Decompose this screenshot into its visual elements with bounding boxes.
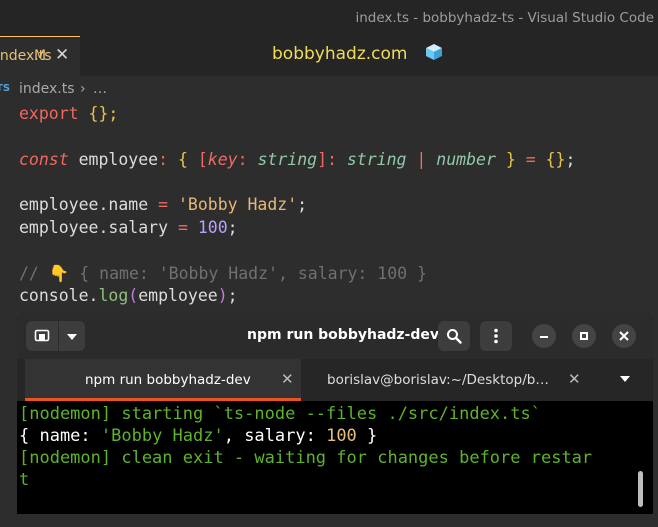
close-tab-icon[interactable]: ✕ xyxy=(55,45,69,65)
terminal-header: npm run bobbyhadz-dev xyxy=(17,313,653,359)
terminal-scrollbar[interactable] xyxy=(638,471,643,507)
maximize-icon xyxy=(580,332,588,340)
terminal-tab-borislav[interactable]: borislav@borislav:~/Desktop/b… xyxy=(327,372,561,388)
new-tab-dropdown[interactable] xyxy=(59,321,85,351)
code-line-5: employee.name = 'Bobby Hadz'; xyxy=(19,195,308,214)
code-line-8-comment: // 👇 { name: 'Bobby Hadz', salary: 100 } xyxy=(19,264,427,283)
maximize-button[interactable] xyxy=(572,324,596,348)
breadcrumb-file[interactable]: index.ts xyxy=(19,81,75,97)
close-tab-icon[interactable]: ✕ xyxy=(568,370,581,388)
new-tab-icon xyxy=(34,329,50,342)
breadcrumb: TS index.ts › … xyxy=(0,80,658,102)
close-button[interactable] xyxy=(612,324,636,348)
tab-list-dropdown-icon[interactable] xyxy=(620,376,630,382)
terminal-tab-npm-run[interactable]: npm run bobbyhadz-dev ✕ xyxy=(25,359,301,401)
terminal-output-line-1: [nodemon] starting `ts-node --files ./sr… xyxy=(19,404,541,424)
minimize-icon xyxy=(540,336,548,338)
terminal-tab-bar: npm run bobbyhadz-dev ✕ borislav@borisla… xyxy=(17,359,653,401)
code-line-9: console.log(employee); xyxy=(19,286,238,305)
brand-text: bobbyhadz.com xyxy=(272,44,408,64)
code-line-1: export {}; xyxy=(19,104,119,123)
terminal-output-line-3: [nodemon] clean exit - waiting for chang… xyxy=(19,448,593,468)
close-icon xyxy=(619,331,629,341)
code-line-6: employee.salary = 100; xyxy=(19,218,238,237)
code-line-3: const employee: { [key: string]: string … xyxy=(19,150,576,169)
title-bar: index.ts - bobbyhadz-ts - Visual Studio … xyxy=(0,0,658,36)
terminal-window: npm run bobbyhadz-dev npm run bobbyhadz- xyxy=(17,313,653,514)
terminal-title: npm run bobbyhadz-dev xyxy=(247,327,440,343)
terminal-output-line-4: t xyxy=(19,470,30,490)
terminal-tab-label: npm run bobbyhadz-dev xyxy=(85,372,251,388)
close-tab-icon[interactable]: ✕ xyxy=(281,370,294,388)
editor-tab-index-ts[interactable]: index.ts M ✕ xyxy=(0,36,80,76)
search-icon xyxy=(447,329,462,344)
search-button[interactable] xyxy=(438,321,470,351)
terminal-output-line-2: { name: 'Bobby Hadz', salary: 100 } xyxy=(19,426,378,446)
menu-button[interactable] xyxy=(480,321,512,351)
typescript-file-icon: TS xyxy=(0,83,11,94)
ice-cube-icon xyxy=(426,44,442,60)
window-title: index.ts - bobbyhadz-ts - Visual Studio … xyxy=(355,10,654,26)
new-tab-button[interactable] xyxy=(26,321,58,351)
minimize-button[interactable] xyxy=(532,324,556,348)
modified-marker: M xyxy=(34,48,47,64)
menu-icon xyxy=(494,328,498,344)
editor-tab-bar: index.ts M ✕ bobbyhadz.com xyxy=(0,36,658,76)
breadcrumb-more[interactable]: … xyxy=(93,81,107,97)
chevron-right-icon: › xyxy=(80,81,86,97)
dropdown-icon xyxy=(67,334,77,340)
